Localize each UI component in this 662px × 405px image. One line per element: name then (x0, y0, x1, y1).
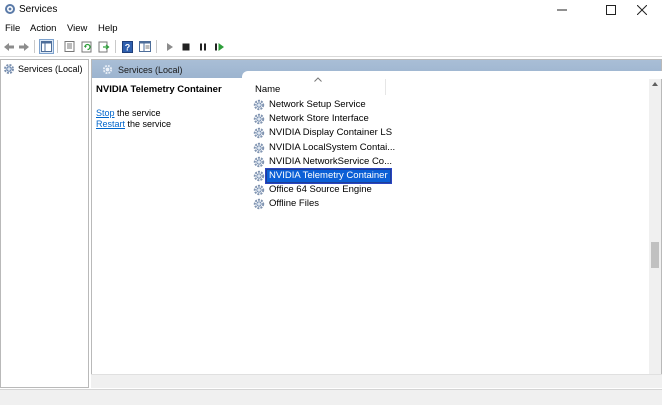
toolbar-separator (156, 40, 157, 53)
menu-view[interactable]: View (67, 23, 87, 34)
close-button[interactable] (622, 0, 662, 20)
restart-service-icon (215, 42, 224, 51)
service-name: Network Setup Service (269, 99, 366, 111)
service-description-panel: NVIDIA Telemetry Container Stop the serv… (96, 84, 241, 130)
extended-view-button[interactable] (137, 39, 152, 54)
services-app-icon (5, 4, 15, 14)
scrollbar-thumb[interactable] (651, 242, 659, 268)
list-item[interactable]: Office 64 Source Engine (253, 183, 413, 197)
menu-file[interactable]: File (5, 23, 20, 34)
forward-arrow-icon (18, 42, 29, 51)
service-name: Office 64 Source Engine (269, 184, 372, 196)
tree-item-label: Services (Local) (18, 64, 83, 74)
service-gear-icon (253, 99, 265, 111)
refresh-icon (81, 41, 91, 52)
pane-tab-curve (242, 71, 662, 79)
column-header-name[interactable]: Name (255, 84, 280, 95)
toolbar-separator (115, 40, 116, 53)
services-gear-icon (4, 64, 14, 74)
service-gear-icon (253, 142, 265, 153)
pause-service-icon (199, 43, 206, 50)
list-item[interactable]: NVIDIA Display Container LS (253, 126, 413, 140)
status-bar (0, 389, 662, 405)
pause-service-button[interactable] (195, 39, 210, 54)
selected-service-title: NVIDIA Telemetry Container (96, 84, 222, 95)
service-name: Offline Files (269, 198, 319, 210)
console-tree: Services (Local) (0, 59, 89, 388)
pane-header: Services (Local) (92, 60, 662, 79)
service-gear-icon (253, 185, 265, 196)
toolbar-separator (34, 40, 35, 53)
toolbar-separator (57, 40, 58, 53)
scroll-up-icon[interactable] (652, 82, 658, 86)
show-hide-console-tree-button[interactable] (39, 39, 54, 54)
services-gear-icon (102, 64, 113, 75)
window-title: Services (19, 4, 58, 15)
service-name: NVIDIA Telemetry Container (266, 169, 391, 184)
stop-service-link[interactable]: Stop (96, 108, 115, 118)
sort-ascending-icon (314, 77, 322, 82)
service-gear-icon (253, 170, 265, 182)
forward-button[interactable] (16, 39, 31, 54)
refresh-button[interactable] (79, 39, 94, 54)
menu-help[interactable]: Help (98, 23, 118, 34)
restart-service-action: Restart the service (96, 119, 241, 130)
svg-text:?: ? (125, 42, 131, 52)
list-item[interactable]: Network Setup Service (253, 98, 413, 112)
services-list: Network Setup Service Network Store Inte… (253, 98, 413, 212)
properties-icon (64, 41, 75, 52)
list-item[interactable]: Network Store Interface (253, 112, 413, 126)
help-icon: ? (122, 40, 133, 53)
tree-item-services-local[interactable]: Services (Local) (3, 63, 83, 75)
column-divider[interactable] (385, 79, 386, 95)
restart-service-text: the service (125, 119, 172, 129)
back-button[interactable] (1, 39, 16, 54)
list-item[interactable]: NVIDIA LocalSystem Contai... (253, 141, 413, 155)
stop-service-text: the service (114, 108, 161, 118)
restart-service-button[interactable] (212, 39, 227, 54)
menu-bar: File Action View Help (0, 21, 662, 36)
title-bar: Services (0, 0, 662, 20)
help-button[interactable]: ? (120, 39, 135, 54)
start-service-icon (166, 42, 173, 51)
service-name: NVIDIA LocalSystem Contai... (269, 141, 396, 153)
minimize-icon (557, 9, 567, 11)
list-item[interactable]: Offline Files (253, 197, 413, 211)
stop-service-button[interactable] (178, 39, 193, 54)
view-tabs-strip (91, 374, 662, 388)
stop-service-action: Stop the service (96, 108, 241, 119)
toolbar: ? (0, 37, 662, 57)
maximize-icon (606, 5, 616, 15)
service-name: NVIDIA NetworkService Co... (269, 155, 393, 167)
vertical-scrollbar[interactable] (649, 79, 661, 387)
service-gear-icon (253, 199, 265, 210)
close-icon (637, 5, 647, 15)
back-arrow-icon (3, 42, 14, 51)
menu-action[interactable]: Action (30, 23, 56, 34)
list-column-header[interactable]: Name (248, 77, 398, 96)
properties-button[interactable] (62, 39, 77, 54)
export-list-button[interactable] (96, 39, 111, 54)
pane-header-label: Services (Local) (118, 65, 183, 75)
show-hide-console-tree-icon (41, 41, 52, 52)
service-name: NVIDIA Display Container LS (269, 127, 393, 139)
list-item[interactable]: NVIDIA NetworkService Co... (253, 155, 413, 169)
minimize-button[interactable] (542, 0, 582, 20)
start-service-button[interactable] (162, 39, 177, 54)
restart-service-link[interactable]: Restart (96, 119, 125, 129)
services-pane: Services (Local) NVIDIA Telemetry Contai… (91, 59, 662, 388)
service-name: Network Store Interface (269, 113, 369, 125)
list-item-selected[interactable]: NVIDIA Telemetry Container (253, 169, 413, 184)
service-gear-icon (253, 156, 265, 168)
stop-service-icon (182, 43, 189, 50)
service-gear-icon (253, 128, 265, 139)
service-gear-icon (253, 114, 265, 125)
export-list-icon (98, 41, 110, 52)
extended-view-icon (138, 41, 151, 52)
